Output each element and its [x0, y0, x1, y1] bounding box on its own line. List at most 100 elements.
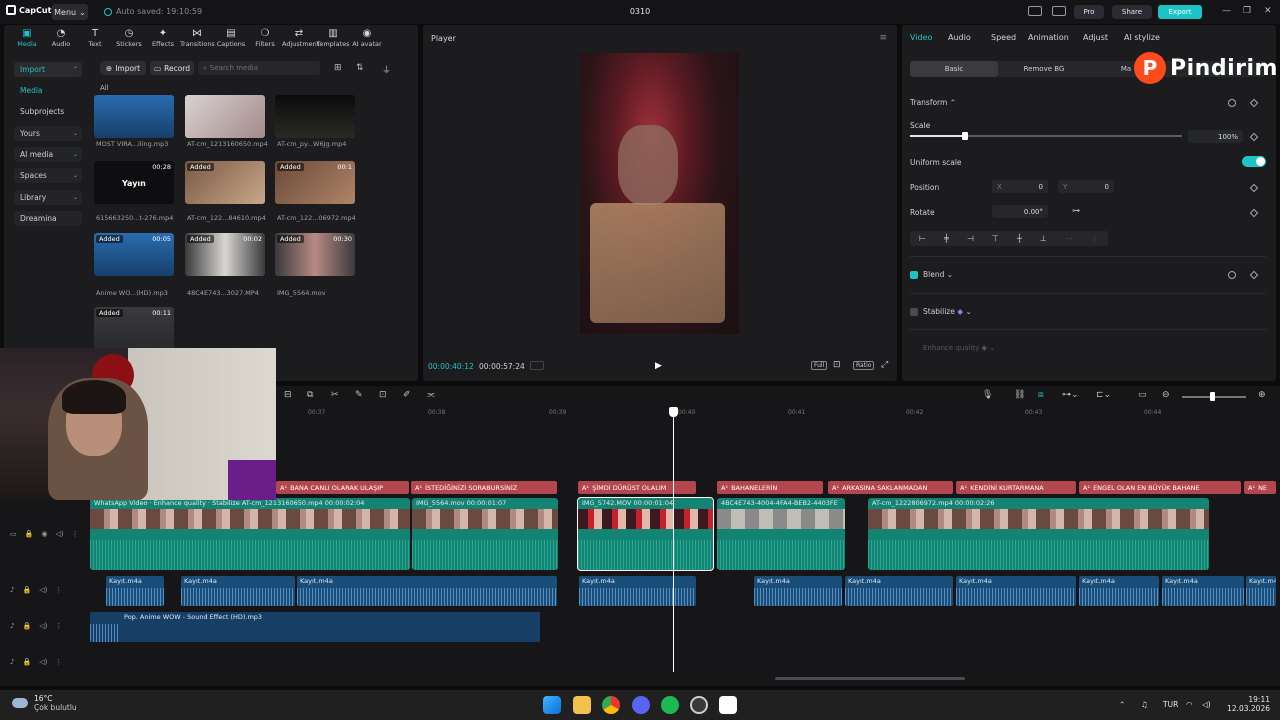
reset-icon[interactable]	[1228, 271, 1236, 279]
tool-media[interactable]: ▣ Media	[10, 28, 44, 54]
media-thumb[interactable]: Added 00:05	[94, 233, 174, 276]
volume-icon[interactable]: ◁)	[39, 586, 47, 594]
split-icon[interactable]: ⧉	[307, 390, 313, 400]
close-icon[interactable]: ✕	[1264, 6, 1272, 16]
sort-icon[interactable]: ⇅	[356, 63, 364, 73]
media-thumb[interactable]: Added 00:02	[185, 233, 265, 276]
lock-icon[interactable]: 🔒	[25, 530, 34, 538]
link-icon[interactable]: ⛓	[1014, 390, 1025, 400]
lock-icon[interactable]: 🔒	[22, 622, 31, 630]
align-middle-icon[interactable]: ┼	[1017, 234, 1022, 243]
audio-split-icon[interactable]: ⫘	[427, 390, 435, 400]
audio-clip[interactable]: Kayıt.m4a	[845, 576, 953, 606]
tool-templates[interactable]: ▥ Templates	[316, 28, 350, 54]
video-clip[interactable]: IMG_5564.mov 00:00:01:07	[412, 498, 558, 570]
transform-label[interactable]: Transform ⌃	[910, 98, 956, 107]
project-name[interactable]: 0310	[560, 7, 720, 16]
sidebar-item-library[interactable]: Library ⌄	[14, 190, 82, 205]
play-button[interactable]: ▶	[655, 361, 662, 371]
keyframe-icon[interactable]	[1249, 132, 1259, 142]
rotate-dial-icon[interactable]: ⊶	[1072, 206, 1080, 215]
more-icon[interactable]: ⋮	[55, 586, 62, 594]
uniform-scale-toggle[interactable]	[1242, 156, 1266, 167]
language-indicator[interactable]: TUR	[1163, 700, 1178, 709]
fullscreen-icon[interactable]: ⤢	[881, 360, 888, 370]
player-menu-icon[interactable]: ≡	[879, 33, 887, 43]
tool-transitions[interactable]: ⋈ Transitions	[180, 28, 215, 54]
clock[interactable]: 19:11 12.03.2026	[1218, 695, 1270, 713]
keyframe-icon[interactable]	[1249, 98, 1259, 108]
capcut-taskbar-icon[interactable]	[719, 696, 737, 714]
timeline-scrollbar[interactable]	[775, 677, 965, 680]
media-thumb[interactable]	[185, 95, 265, 138]
eye-icon[interactable]: ◉	[41, 530, 47, 538]
audio-clip[interactable]: Kayıt.m4a	[1246, 576, 1276, 606]
pro-button[interactable]: Pro	[1074, 5, 1104, 19]
caption-icon[interactable]: ▭	[1138, 390, 1147, 400]
tab-audio[interactable]: Audio	[948, 33, 971, 42]
video-clip[interactable]: WhatsApp Video · Enhance quality · Stabi…	[90, 498, 410, 570]
menu-button[interactable]: Menu ⌄	[52, 4, 88, 20]
sidebar-item-subprojects[interactable]: Subprojects	[14, 104, 82, 119]
tool-stickers[interactable]: ◷ Stickers	[112, 28, 146, 54]
cover-icon[interactable]: ▭	[10, 530, 17, 538]
filter-icon[interactable]: ⏚	[382, 63, 391, 76]
more-icon[interactable]: ⋮	[55, 622, 62, 630]
edit-icon[interactable]: ✐	[403, 390, 411, 400]
tool-adjustment[interactable]: ⇄ Adjustment	[282, 28, 319, 54]
volume-icon[interactable]: ◁)	[55, 530, 63, 538]
keyframe-icon[interactable]	[1249, 183, 1259, 193]
linkage-icon[interactable]: ⊶⌄	[1062, 390, 1079, 400]
zoom-handle[interactable]	[1210, 392, 1215, 401]
obs-icon[interactable]	[690, 696, 708, 714]
zoom-in-icon[interactable]: ⊕	[1258, 390, 1266, 400]
align-left-icon[interactable]: ⊢	[919, 234, 926, 243]
caption-clip[interactable]: A¹ ENGEL OLAN EN BÜYÜK BAHANE	[1079, 481, 1241, 494]
tool-effects[interactable]: ✦ Effects	[146, 28, 180, 54]
audio-clip[interactable]: Kayıt.m4a	[106, 576, 164, 606]
stabilize-checkbox[interactable]	[910, 308, 918, 316]
media-thumb[interactable]: 00:28 Yayın	[94, 161, 174, 204]
delete-icon[interactable]: ✂	[331, 390, 339, 400]
timecode-icon[interactable]	[530, 361, 544, 370]
select-tool-icon[interactable]: ⊟	[284, 390, 292, 400]
media-thumb[interactable]	[94, 95, 174, 138]
caption-clip[interactable]: A¹ İSTEDİĞİNİZİ SORABURSİNİZ	[411, 481, 557, 494]
distribute-h-icon[interactable]: ⋯	[1065, 234, 1073, 243]
preview-axis-icon[interactable]: ⊏⌄	[1096, 390, 1111, 400]
weather-widget[interactable]: 16°C Çok bulutlu	[12, 694, 77, 712]
reset-icon[interactable]	[1228, 99, 1236, 107]
layout-icon[interactable]	[1028, 6, 1042, 16]
subtab-remove-bg[interactable]: Remove BG	[1002, 61, 1086, 77]
media-thumb[interactable]: Added 00:1	[275, 161, 355, 204]
tray-up-icon[interactable]: ⌃	[1119, 700, 1125, 709]
magic-icon[interactable]: ✎	[355, 390, 363, 400]
sfx-clip[interactable]: Pop. Anime WOW - Sound Effect (HD).mp3	[90, 612, 540, 642]
playhead-handle[interactable]	[669, 407, 678, 417]
sidebar-item-import[interactable]: Import ⌃	[14, 62, 82, 77]
discord-icon[interactable]	[632, 696, 650, 714]
audio-clip[interactable]: Kayıt.m4a	[181, 576, 295, 606]
lock-icon[interactable]: 🔒	[22, 658, 31, 666]
stabilize-label[interactable]: Stabilize ◆ ⌄	[923, 307, 972, 316]
shortcuts-icon[interactable]	[1052, 6, 1066, 16]
media-thumb[interactable]: Added 00:30	[275, 233, 355, 276]
tool-captions[interactable]: ▤ Captions	[214, 28, 248, 54]
position-x-field[interactable]: X0	[992, 180, 1048, 193]
audio-clip[interactable]: Kayıt.m4a	[297, 576, 557, 606]
scale-value[interactable]: 100%	[1188, 130, 1243, 143]
more-icon[interactable]: ⋮	[72, 530, 79, 538]
maximize-icon[interactable]: ❐	[1243, 6, 1251, 16]
chrome-icon[interactable]	[602, 696, 620, 714]
tab-animation[interactable]: Animation	[1028, 33, 1069, 42]
tool-audio[interactable]: ◔ Audio	[44, 28, 78, 54]
video-preview[interactable]	[580, 53, 739, 334]
align-right-icon[interactable]: ⊣	[967, 234, 974, 243]
caption-clip[interactable]: A¹ BANA CANLI OLARAK ULAŞIP	[276, 481, 409, 494]
caption-clip[interactable]: A¹ ARKASINA SAKLANMADAN	[828, 481, 953, 494]
tool-text[interactable]: T Text	[78, 28, 112, 54]
subtab-basic[interactable]: Basic	[910, 61, 998, 77]
tool-ai-avatar[interactable]: ◉ AI avatar	[350, 28, 384, 54]
ratio-button[interactable]: Ratio	[853, 361, 875, 370]
lock-icon[interactable]: 🔒	[22, 586, 31, 594]
